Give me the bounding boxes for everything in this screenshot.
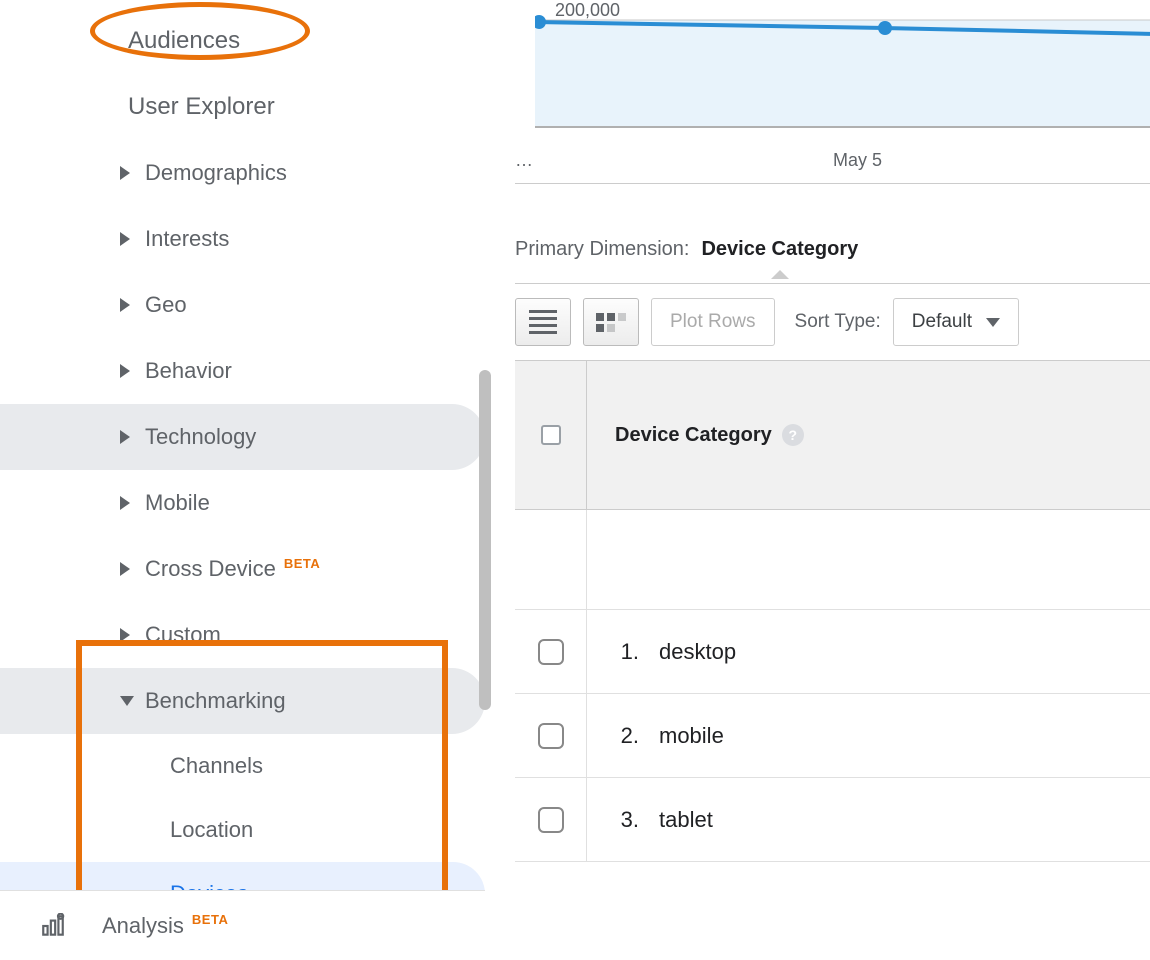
- sidebar-item-label: Custom: [145, 622, 221, 648]
- active-indicator-icon: [771, 270, 789, 279]
- chevron-right-icon: [120, 298, 130, 312]
- row-index: 1.: [613, 639, 639, 665]
- sidebar-item-label: Benchmarking: [145, 688, 286, 714]
- line-chart: 200,000: [549, 0, 1150, 140]
- plot-rows-button[interactable]: Plot Rows: [651, 298, 775, 346]
- chevron-right-icon: [120, 496, 130, 510]
- table-toolbar: Plot Rows Sort Type: Default: [515, 283, 1150, 346]
- table-row[interactable]: 3. tablet: [515, 778, 1150, 862]
- sort-type-label: Sort Type:: [795, 311, 881, 333]
- chart-x-axis: … May 5: [515, 144, 1150, 184]
- chart-svg: [535, 0, 1150, 128]
- row-value: tablet: [659, 807, 713, 833]
- chart-x-tick: May 5: [833, 150, 882, 171]
- chevron-right-icon: [120, 562, 130, 576]
- table-row[interactable]: 2. mobile: [515, 694, 1150, 778]
- beta-badge: BETA: [284, 556, 320, 571]
- table-summary-row: [515, 510, 1150, 610]
- sidebar-item-benchmarking[interactable]: Benchmarking: [0, 668, 485, 734]
- chevron-right-icon: [120, 430, 130, 444]
- sidebar-item-label: Channels: [170, 753, 263, 779]
- help-icon[interactable]: ?: [782, 424, 804, 446]
- row-index: 2.: [613, 723, 639, 749]
- sidebar-item-label: Interests: [145, 226, 229, 252]
- device-table: Device Category ? 1. desktop 2. mobile: [515, 360, 1150, 862]
- main-content: 200,000 … May 5 Primary Dimension: Devic…: [485, 0, 1150, 960]
- sidebar-bottom-analysis[interactable]: Analysis BETA: [0, 890, 485, 960]
- sidebar-item-label: Technology: [145, 424, 256, 450]
- sidebar: Audiences User Explorer Demographics Int…: [0, 0, 485, 960]
- analysis-icon: [40, 913, 66, 939]
- sidebar-item-custom[interactable]: Custom: [0, 602, 485, 668]
- row-checkbox[interactable]: [538, 723, 564, 749]
- sidebar-item-label: Audiences: [128, 27, 240, 55]
- chevron-right-icon: [120, 232, 130, 246]
- row-checkbox[interactable]: [538, 639, 564, 665]
- sidebar-item-behavior[interactable]: Behavior: [0, 338, 485, 404]
- row-value: desktop: [659, 639, 736, 665]
- sidebar-item-label: Geo: [145, 292, 187, 318]
- table-row[interactable]: 1. desktop: [515, 610, 1150, 694]
- sidebar-item-geo[interactable]: Geo: [0, 272, 485, 338]
- sidebar-item-label: User Explorer: [128, 93, 275, 121]
- chevron-right-icon: [120, 166, 130, 180]
- primary-dimension-label: Primary Dimension:: [515, 238, 689, 261]
- view-table-button[interactable]: [515, 298, 571, 346]
- sidebar-item-label: Location: [170, 817, 253, 843]
- primary-dimension-row: Primary Dimension: Device Category: [515, 238, 1150, 261]
- row-index: 3.: [613, 807, 639, 833]
- sidebar-item-label: Behavior: [145, 358, 232, 384]
- chevron-down-icon: [120, 696, 134, 706]
- table-rows-icon: [529, 310, 557, 334]
- chevron-down-icon: [986, 318, 1000, 327]
- sidebar-item-mobile[interactable]: Mobile: [0, 470, 485, 536]
- sidebar-item-technology[interactable]: Technology: [0, 404, 485, 470]
- select-all-checkbox[interactable]: [515, 361, 587, 509]
- sidebar-item-user-explorer[interactable]: User Explorer: [0, 74, 485, 140]
- primary-dimension-value[interactable]: Device Category: [701, 238, 858, 261]
- chevron-right-icon: [120, 364, 130, 378]
- table-header: Device Category ?: [515, 360, 1150, 510]
- beta-badge: BETA: [192, 912, 228, 927]
- row-checkbox[interactable]: [538, 807, 564, 833]
- sidebar-item-bench-channels[interactable]: Channels: [0, 734, 485, 798]
- sidebar-item-label: Mobile: [145, 490, 210, 516]
- view-comparison-button[interactable]: [583, 298, 639, 346]
- sidebar-item-label: Analysis: [102, 913, 184, 939]
- sidebar-item-label: Demographics: [145, 160, 287, 186]
- grid-icon: [596, 313, 626, 332]
- row-value: mobile: [659, 723, 724, 749]
- sidebar-item-audiences[interactable]: Audiences: [0, 8, 485, 74]
- chart-x-tick: …: [515, 150, 533, 171]
- column-header-device-category[interactable]: Device Category: [615, 424, 772, 447]
- sidebar-item-demographics[interactable]: Demographics: [0, 140, 485, 206]
- chevron-right-icon: [120, 628, 130, 642]
- sort-type-select[interactable]: Default: [893, 298, 1019, 346]
- sidebar-item-label: Cross Device: [145, 556, 276, 582]
- sidebar-item-interests[interactable]: Interests: [0, 206, 485, 272]
- sidebar-item-bench-location[interactable]: Location: [0, 798, 485, 862]
- sidebar-item-cross-device[interactable]: Cross Device BETA: [0, 536, 485, 602]
